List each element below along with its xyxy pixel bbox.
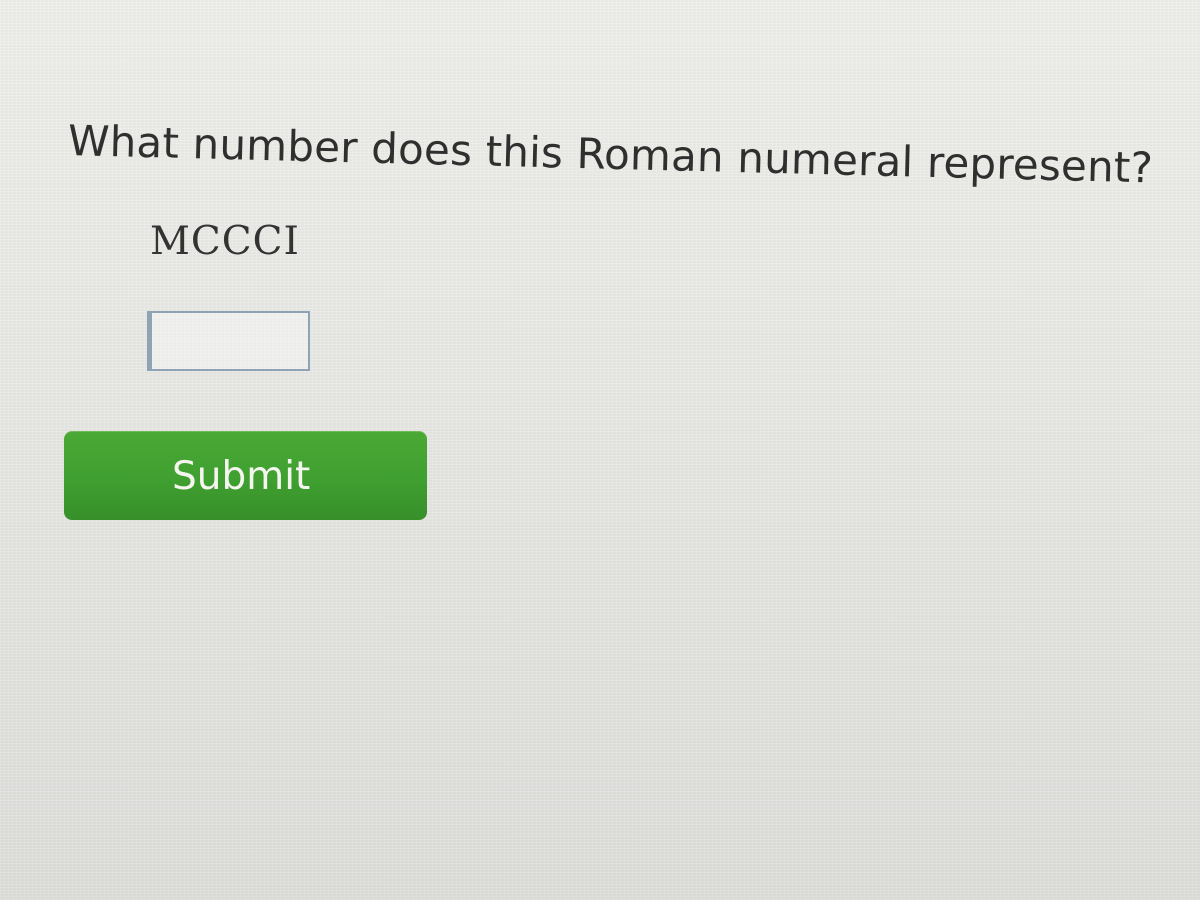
- submit-button[interactable]: Submit: [64, 431, 427, 520]
- roman-numeral: MCCCI: [150, 219, 300, 264]
- roman-numeral-question-screen: What number does this Roman numeral repr…: [0, 0, 1200, 900]
- answer-input[interactable]: [147, 311, 310, 371]
- question-text: What number does this Roman numeral repr…: [67, 116, 1154, 193]
